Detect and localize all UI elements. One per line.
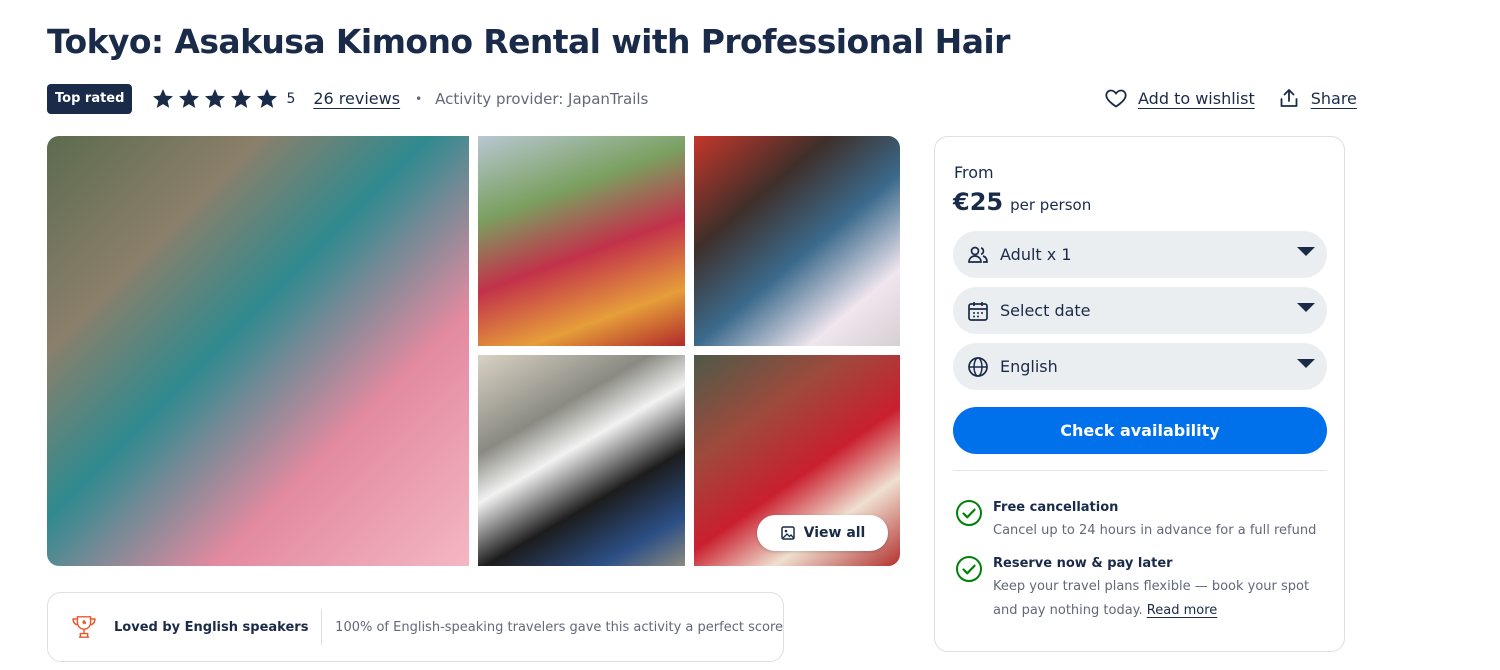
feature-description: Cancel up to 24 hours in advance for a f…	[993, 523, 1317, 538]
participants-select[interactable]: Adult x 1	[953, 231, 1327, 278]
trophy-icon	[72, 616, 96, 638]
view-all-label: View all	[803, 525, 866, 541]
gallery-photo-main[interactable]	[47, 136, 469, 566]
price-value: €25	[953, 188, 1004, 216]
divider	[321, 609, 323, 645]
star-icon	[257, 88, 278, 108]
check-availability-button[interactable]: Check availability	[953, 407, 1327, 454]
chevron-down-icon	[1297, 359, 1315, 368]
star-rating	[151, 87, 279, 111]
gallery-photo[interactable]	[694, 136, 900, 346]
read-more-link[interactable]: Read more	[1147, 603, 1217, 618]
share-label: Share	[1310, 88, 1357, 108]
activity-meta: Top rated 5 26 reviews • Activity provid…	[47, 83, 648, 114]
loved-by-banner: Loved by English speakers 100% of Englis…	[47, 592, 784, 662]
users-icon	[968, 246, 988, 263]
page-title: Tokyo: Asakusa Kimono Rental with Profes…	[47, 22, 1010, 61]
star-icon	[179, 88, 200, 108]
loved-description: 100% of English-speaking travelers gave …	[335, 619, 783, 635]
view-all-button[interactable]: View all	[757, 515, 888, 551]
language-value: English	[1000, 357, 1058, 376]
date-value: Select date	[1000, 301, 1091, 320]
loved-title: Loved by English speakers	[114, 619, 309, 635]
divider	[953, 470, 1327, 471]
check-circle-icon	[956, 556, 982, 582]
chevron-down-icon	[1297, 247, 1315, 256]
star-icon	[205, 88, 226, 108]
calendar-icon	[968, 301, 988, 321]
reviews-link[interactable]: 26 reviews	[313, 89, 400, 108]
gallery-photo[interactable]	[478, 136, 685, 346]
share-icon	[1280, 89, 1298, 107]
activity-provider: Activity provider: JapanTrails	[435, 89, 649, 108]
feature-title: Free cancellation	[993, 500, 1119, 515]
booking-card: From €25 per person Adult x 1 Select dat…	[934, 136, 1345, 652]
price-from-label: From	[954, 163, 994, 182]
gallery-photo[interactable]	[478, 355, 685, 566]
check-circle-icon	[956, 500, 982, 526]
meta-separator: •	[415, 91, 423, 106]
heart-icon	[1105, 89, 1127, 108]
chevron-down-icon	[1297, 303, 1315, 312]
price-row: €25 per person	[953, 188, 1091, 216]
globe-icon	[968, 356, 988, 377]
price-unit: per person	[1010, 196, 1092, 214]
free-cancellation-feature: Free cancellation Cancel up to 24 hours …	[955, 499, 1316, 543]
feature-description: Keep your travel plans flexible — book y…	[993, 575, 1323, 623]
page-actions: Add to wishlist Share	[1104, 86, 1357, 110]
wishlist-label: Add to wishlist	[1138, 88, 1255, 108]
add-to-wishlist-button[interactable]: Add to wishlist	[1104, 86, 1255, 110]
image-icon	[780, 526, 795, 540]
feature-title: Reserve now & pay later	[993, 556, 1173, 571]
rating-value: 5	[286, 90, 296, 107]
star-icon	[153, 88, 174, 108]
participants-value: Adult x 1	[1000, 245, 1072, 264]
top-rated-badge: Top rated	[47, 83, 133, 114]
language-select[interactable]: English	[953, 343, 1327, 390]
reserve-now-feature: Reserve now & pay later Keep your travel…	[955, 555, 1323, 623]
date-select[interactable]: Select date	[953, 287, 1327, 334]
share-button[interactable]: Share	[1277, 86, 1357, 110]
star-icon	[231, 88, 252, 108]
